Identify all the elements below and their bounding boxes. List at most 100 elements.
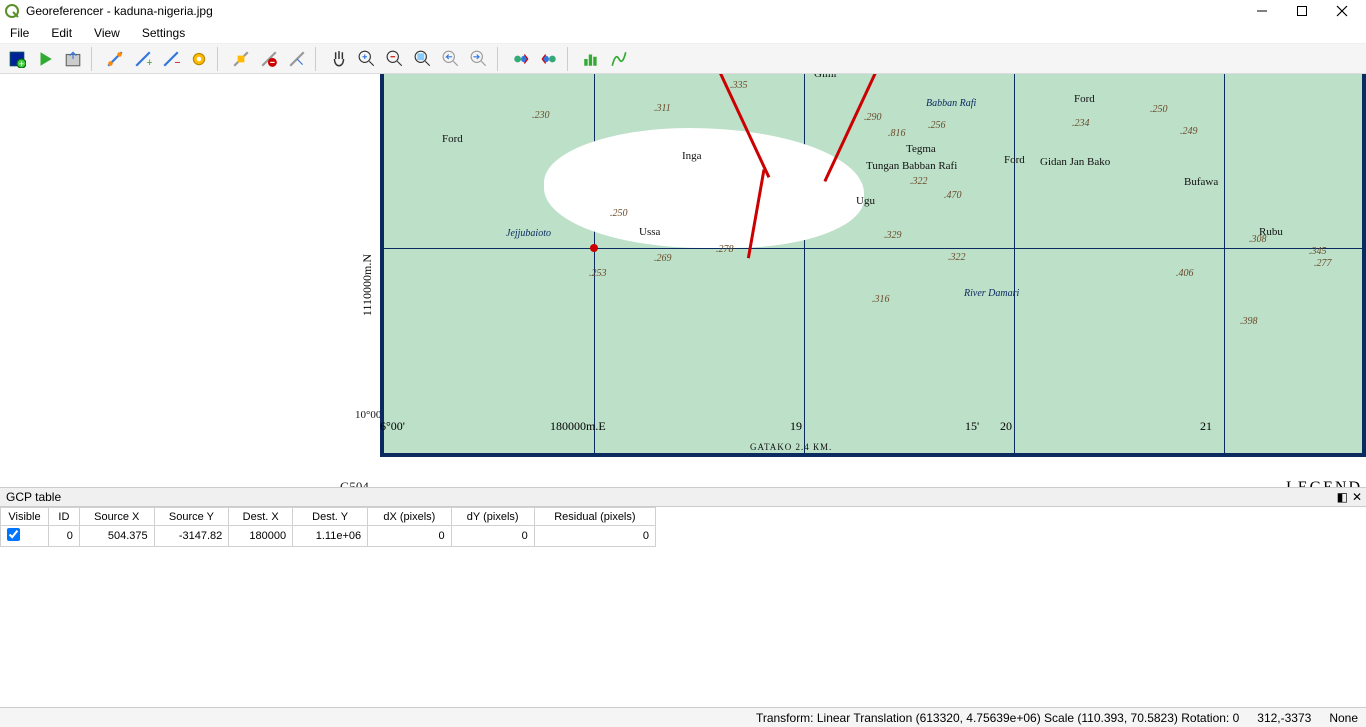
map-num-16: .234 xyxy=(1072,118,1090,129)
minimize-button[interactable] xyxy=(1242,0,1282,22)
move-point-icon[interactable] xyxy=(228,46,254,72)
map-num-9: .256 xyxy=(928,120,946,131)
titlebar: Georeferencer - kaduna-nigeria.jpg xyxy=(0,0,1366,22)
svg-text:−: − xyxy=(174,56,180,67)
map-place-13: Ford xyxy=(1074,93,1095,105)
gcp-header-7[interactable]: dY (pixels) xyxy=(451,508,534,526)
zoom-last-icon[interactable] xyxy=(438,46,464,72)
cell-dy: 0 xyxy=(451,526,534,547)
svg-text:+: + xyxy=(146,56,152,67)
window-title: Georeferencer - kaduna-nigeria.jpg xyxy=(26,4,1242,18)
map-num-22: .345 xyxy=(1309,246,1327,257)
edit-point-icon[interactable] xyxy=(284,46,310,72)
delete-point-icon[interactable]: − xyxy=(158,46,184,72)
map-place-4: Gimi xyxy=(814,74,837,80)
map-series: G504 xyxy=(340,479,1060,487)
status-coord: 312,-3373 xyxy=(1257,711,1311,725)
transform-settings-icon[interactable] xyxy=(102,46,128,72)
map-canvas[interactable]: 1110000m.N 10°00' Ushama DuchiFordIngaUs… xyxy=(0,74,1366,487)
zoom-next-icon[interactable] xyxy=(466,46,492,72)
add-point-icon[interactable]: + xyxy=(130,46,156,72)
start-georef-icon[interactable] xyxy=(32,46,58,72)
map-num-11: .470 xyxy=(944,190,962,201)
zoom-in-icon[interactable] xyxy=(354,46,380,72)
gcp-point-0[interactable] xyxy=(590,244,598,252)
map-num-1: .230 xyxy=(532,110,550,121)
x-tick-0: 6°00' xyxy=(380,419,405,434)
map-num-0: .335 xyxy=(730,80,748,91)
map-place-8: Tungan Babban Rafi xyxy=(866,160,957,172)
map-num-18: .249 xyxy=(1180,126,1198,137)
gear-icon[interactable] xyxy=(186,46,212,72)
map-num-21: .308 xyxy=(1249,234,1267,245)
map-num-2: .311 xyxy=(654,103,671,114)
gcp-header-5[interactable]: Dest. Y xyxy=(293,508,368,526)
map-place-3: Ussa xyxy=(639,226,660,238)
cell-srcy: -3147.82 xyxy=(154,526,229,547)
map-num-24: .277 xyxy=(1314,258,1332,269)
gcp-table-wrap: VisibleIDSource XSource YDest. XDest. Yd… xyxy=(0,507,1366,707)
status-transform: Transform: Linear Translation (613320, 4… xyxy=(756,711,1239,725)
x-tick-3: 15' xyxy=(965,419,979,434)
gcp-header-6[interactable]: dX (pixels) xyxy=(368,508,451,526)
map-place-7: Ugu xyxy=(856,195,875,207)
table-row[interactable]: 0 504.375 -3147.82 180000 1.11e+06 0 0 0 xyxy=(1,526,656,547)
legend-title: LEGEND xyxy=(982,479,1362,487)
map-num-6: .253 xyxy=(589,268,607,279)
x-tick-1: 180000m.E xyxy=(550,419,606,434)
map-num-15: .295 xyxy=(1006,74,1024,77)
gcp-header-3[interactable]: Source Y xyxy=(154,508,229,526)
gcp-visible-checkbox[interactable] xyxy=(7,528,20,541)
gcp-header-4[interactable]: Dest. X xyxy=(229,508,293,526)
dock-icon[interactable]: ◧ xyxy=(1337,490,1348,504)
qgis-icon xyxy=(4,3,20,19)
zoom-out-icon[interactable] xyxy=(382,46,408,72)
map-num-4: .269 xyxy=(654,253,672,264)
cell-dsty: 1.11e+06 xyxy=(293,526,368,547)
menu-edit[interactable]: Edit xyxy=(47,24,76,42)
map-num-5: .278 xyxy=(716,244,734,255)
menu-file[interactable]: File xyxy=(6,24,33,42)
map-num-3: .250 xyxy=(610,208,628,219)
pan-icon[interactable] xyxy=(326,46,352,72)
gcp-header-0[interactable]: Visible xyxy=(1,508,49,526)
map-num-8: .816 xyxy=(888,128,906,139)
close-panel-icon[interactable]: ✕ xyxy=(1352,490,1362,504)
histogram-icon[interactable] xyxy=(578,46,604,72)
status-crs: None xyxy=(1329,711,1358,725)
menubar: File Edit View Settings xyxy=(0,22,1366,44)
gcp-header-8[interactable]: Residual (pixels) xyxy=(534,508,655,526)
maximize-button[interactable] xyxy=(1282,0,1322,22)
map-place-10: Bufawa xyxy=(1184,176,1218,188)
gcp-header-1[interactable]: ID xyxy=(49,508,80,526)
menu-settings[interactable]: Settings xyxy=(138,24,189,42)
export-icon[interactable] xyxy=(60,46,86,72)
map-num-10: .322 xyxy=(910,176,928,187)
gcp-panel-header: GCP table ◧ ✕ xyxy=(0,487,1366,507)
open-raster-icon[interactable]: + xyxy=(4,46,30,72)
map-place-0: Ushama Duchi xyxy=(479,74,545,75)
zoom-layer-icon[interactable] xyxy=(410,46,436,72)
map-num-7: .290 xyxy=(864,112,882,123)
map-place-2: Inga xyxy=(682,150,702,162)
link-georef-icon[interactable] xyxy=(508,46,534,72)
map-river-1: Babban Rafi xyxy=(926,98,976,109)
map-place-5: Tegma xyxy=(906,143,936,155)
stretch-icon[interactable] xyxy=(606,46,632,72)
gcp-header-2[interactable]: Source X xyxy=(79,508,154,526)
statusbar: Transform: Linear Translation (613320, 4… xyxy=(0,707,1366,727)
cell-srcx: 504.375 xyxy=(79,526,154,547)
map-num-17: .250 xyxy=(1150,104,1168,115)
map-num-13: .316 xyxy=(872,294,890,305)
close-button[interactable] xyxy=(1322,0,1362,22)
svg-text:+: + xyxy=(19,58,24,67)
toolbar: + + − xyxy=(0,44,1366,74)
gcp-panel-title: GCP table xyxy=(6,490,61,504)
cell-res: 0 xyxy=(534,526,655,547)
menu-view[interactable]: View xyxy=(90,24,124,42)
remove-point-icon[interactable] xyxy=(256,46,282,72)
x-tick-2: 19 xyxy=(790,419,802,434)
link-qgis-icon[interactable] xyxy=(536,46,562,72)
map-river-0: Jejjubaioto xyxy=(506,228,551,239)
map-num-20: .398 xyxy=(1240,316,1258,327)
